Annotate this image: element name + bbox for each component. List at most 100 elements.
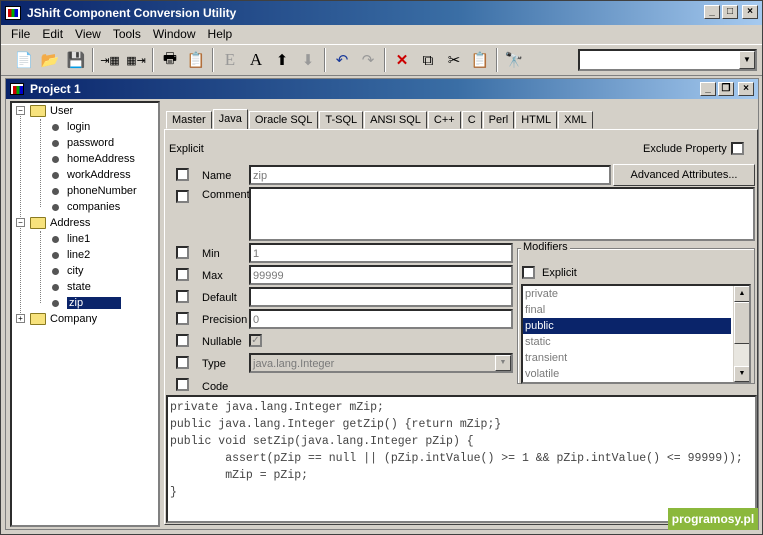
- menu-tools[interactable]: Tools: [107, 27, 147, 41]
- redo-icon[interactable]: ↷: [355, 47, 381, 73]
- max-field[interactable]: 99999: [249, 265, 513, 285]
- tree-item-zip[interactable]: zip: [52, 295, 121, 311]
- export-icon[interactable]: ▦⇥: [123, 47, 149, 73]
- type-explicit-checkbox[interactable]: [176, 356, 189, 369]
- list-item[interactable]: public: [523, 318, 731, 334]
- find-icon[interactable]: 🔭: [501, 47, 527, 73]
- list-item[interactable]: final: [523, 302, 749, 318]
- max-explicit-checkbox[interactable]: [176, 268, 189, 281]
- open-icon[interactable]: 📂: [37, 47, 63, 73]
- close-button[interactable]: ×: [742, 5, 758, 19]
- project-restore-button[interactable]: ❐: [718, 82, 734, 96]
- search-combo[interactable]: ▼: [578, 49, 757, 71]
- tree-folder-company[interactable]: Company: [30, 311, 97, 327]
- default-explicit-checkbox[interactable]: [176, 290, 189, 303]
- delete-icon[interactable]: ✕: [389, 47, 415, 73]
- import-icon[interactable]: ⇥▦: [97, 47, 123, 73]
- property-icon: [52, 139, 59, 147]
- undo-icon[interactable]: ↶: [329, 47, 355, 73]
- min-explicit-checkbox[interactable]: [176, 246, 189, 259]
- watermark: programosy.pl: [668, 508, 758, 530]
- tab-t-sql[interactable]: T-SQL: [319, 111, 364, 129]
- move-down-icon[interactable]: ⬇: [295, 47, 321, 73]
- menu-view[interactable]: View: [69, 27, 107, 41]
- save-icon[interactable]: 💾: [63, 47, 89, 73]
- menu-edit[interactable]: Edit: [36, 27, 69, 41]
- tab-ansi-sql[interactable]: ANSI SQL: [364, 111, 427, 129]
- tab-java[interactable]: Java: [212, 109, 248, 129]
- expand-icon[interactable]: +: [16, 314, 25, 323]
- project-close-button[interactable]: ×: [738, 82, 754, 96]
- menu-window[interactable]: Window: [147, 27, 202, 41]
- tree-folder-address[interactable]: Address: [30, 215, 90, 231]
- new-icon[interactable]: 📄: [11, 47, 37, 73]
- tree-folder-user[interactable]: User: [30, 103, 73, 119]
- tree-item-phonenumber[interactable]: phoneNumber: [52, 183, 137, 199]
- maximize-button[interactable]: □: [722, 5, 738, 19]
- collapse-icon[interactable]: −: [16, 106, 25, 115]
- copy-icon[interactable]: ⧉: [415, 47, 441, 73]
- tree-item-state[interactable]: state: [52, 279, 91, 295]
- tree-item-line1[interactable]: line1: [52, 231, 90, 247]
- tree-item-homeaddress[interactable]: homeAddress: [52, 151, 135, 167]
- list-item[interactable]: volatile: [523, 366, 749, 382]
- tree-item-city[interactable]: city: [52, 263, 84, 279]
- list-item[interactable]: private: [523, 286, 749, 302]
- advanced-attributes-button[interactable]: Advanced Attributes...: [613, 164, 755, 186]
- precision-field[interactable]: 0: [249, 309, 513, 329]
- comment-explicit-checkbox[interactable]: [176, 190, 189, 203]
- tree-item-line2[interactable]: line2: [52, 247, 90, 263]
- min-field[interactable]: 1: [249, 243, 513, 263]
- nullable-checkbox[interactable]: ✓: [249, 334, 262, 347]
- tab-oracle-sql[interactable]: Oracle SQL: [248, 111, 319, 129]
- exclude-property-checkbox[interactable]: [731, 142, 744, 155]
- minimize-button[interactable]: _: [704, 5, 720, 19]
- name-field[interactable]: zip: [249, 165, 611, 185]
- type-select[interactable]: java.lang.Integer ▼: [249, 353, 513, 373]
- component-tree[interactable]: − User login password homeAddress workAd…: [10, 101, 160, 527]
- tab-xml[interactable]: XML: [558, 111, 593, 129]
- tree-line: [40, 231, 41, 303]
- scroll-thumb[interactable]: [734, 302, 749, 344]
- tab-c[interactable]: C: [461, 111, 482, 129]
- list-item[interactable]: transient: [523, 350, 749, 366]
- list-item[interactable]: static: [523, 334, 749, 350]
- paste-icon[interactable]: 📋: [467, 47, 493, 73]
- print-icon[interactable]: 🖶: [157, 47, 183, 73]
- tab-perl[interactable]: Perl: [482, 111, 515, 129]
- list-item[interactable]: native: [523, 382, 749, 384]
- tab-master[interactable]: Master: [166, 111, 212, 129]
- property-icon: [52, 235, 59, 243]
- chevron-down-icon[interactable]: ▼: [739, 51, 755, 69]
- menu-help[interactable]: Help: [202, 27, 239, 41]
- menu-file[interactable]: File: [5, 27, 36, 41]
- modifiers-scrollbar[interactable]: ▲ ▼: [733, 286, 749, 382]
- scroll-down-icon[interactable]: ▼: [734, 366, 749, 382]
- cut-icon[interactable]: ✂: [441, 47, 467, 73]
- entity-icon[interactable]: E: [217, 47, 243, 73]
- attribute-icon[interactable]: A: [243, 47, 269, 73]
- code-preview[interactable]: private java.lang.Integer mZip; public j…: [166, 395, 757, 523]
- default-field[interactable]: [249, 287, 513, 307]
- tab-cpp[interactable]: C++: [427, 111, 461, 129]
- code-explicit-checkbox[interactable]: [176, 378, 189, 391]
- tree-item-login[interactable]: login: [52, 119, 90, 135]
- toolbar-separator: [324, 48, 326, 72]
- precision-explicit-checkbox[interactable]: [176, 312, 189, 325]
- properties-icon[interactable]: 📋: [183, 47, 209, 73]
- nullable-explicit-checkbox[interactable]: [176, 334, 189, 347]
- tree-item-password[interactable]: password: [52, 135, 114, 151]
- scroll-up-icon[interactable]: ▲: [734, 286, 749, 302]
- tree-item-companies[interactable]: companies: [52, 199, 120, 215]
- property-icon: [52, 299, 59, 307]
- tab-html[interactable]: HTML: [515, 111, 558, 129]
- chevron-down-icon[interactable]: ▼: [495, 355, 511, 371]
- modifiers-list[interactable]: private final public static transient vo…: [521, 284, 751, 384]
- comment-field[interactable]: [249, 187, 755, 241]
- move-up-icon[interactable]: ⬆: [269, 47, 295, 73]
- collapse-icon[interactable]: −: [16, 218, 25, 227]
- name-explicit-checkbox[interactable]: [176, 168, 189, 181]
- project-minimize-button[interactable]: _: [700, 82, 716, 96]
- tree-item-workaddress[interactable]: workAddress: [52, 167, 131, 183]
- modifiers-explicit-checkbox[interactable]: [522, 266, 535, 279]
